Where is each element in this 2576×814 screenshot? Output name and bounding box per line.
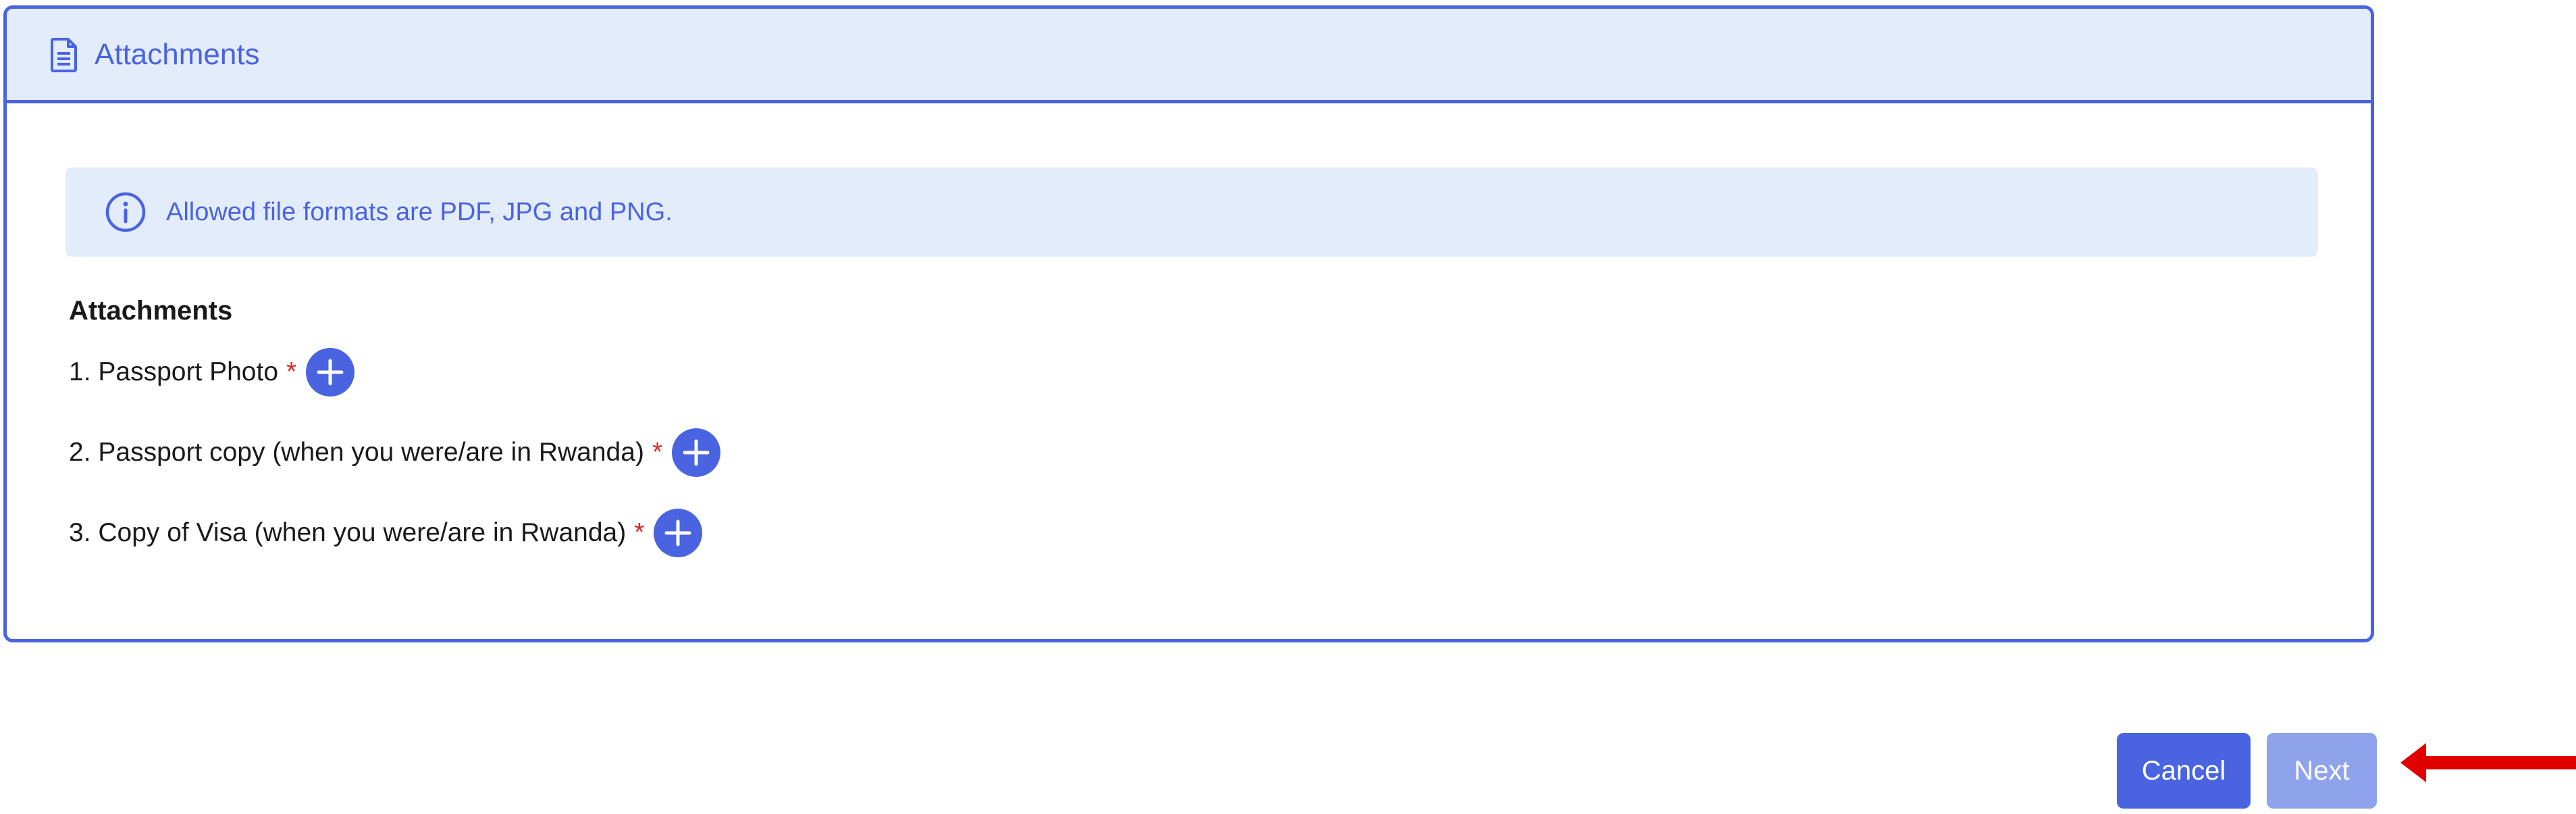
attachment-item-passport-photo: 1. Passport Photo * xyxy=(69,347,355,398)
required-marker: * xyxy=(634,518,645,547)
add-passport-photo-button[interactable] xyxy=(306,348,355,397)
attachments-panel: Attachments Allowed file formats are PDF… xyxy=(3,5,2374,642)
cancel-button[interactable]: Cancel xyxy=(2117,733,2251,809)
next-button[interactable]: Next xyxy=(2267,733,2377,809)
panel-title: Attachments xyxy=(95,37,260,71)
info-icon xyxy=(104,190,147,234)
attachment-label: 2. Passport copy (when you were/are in R… xyxy=(69,438,644,467)
plus-icon xyxy=(664,519,691,546)
attachment-label: 3. Copy of Visa (when you were/are in Rw… xyxy=(69,518,627,547)
add-passport-copy-button[interactable] xyxy=(672,428,721,477)
plus-icon xyxy=(317,359,344,386)
attachment-item-passport-copy: 2. Passport copy (when you were/are in R… xyxy=(69,427,721,478)
attachment-label: 1. Passport Photo xyxy=(69,357,279,386)
info-text: Allowed file formats are PDF, JPG and PN… xyxy=(166,197,673,226)
plus-icon xyxy=(683,439,710,466)
info-banner: Allowed file formats are PDF, JPG and PN… xyxy=(65,168,2318,257)
attachment-item-visa-copy: 3. Copy of Visa (when you were/are in Rw… xyxy=(69,507,703,559)
add-visa-copy-button[interactable] xyxy=(654,509,703,557)
annotation-arrow-icon xyxy=(2400,743,2576,782)
required-marker: * xyxy=(652,438,663,467)
required-marker: * xyxy=(286,357,297,386)
panel-header: Attachments xyxy=(7,9,2371,103)
attachments-heading: Attachments xyxy=(69,296,233,326)
document-icon xyxy=(49,36,80,74)
